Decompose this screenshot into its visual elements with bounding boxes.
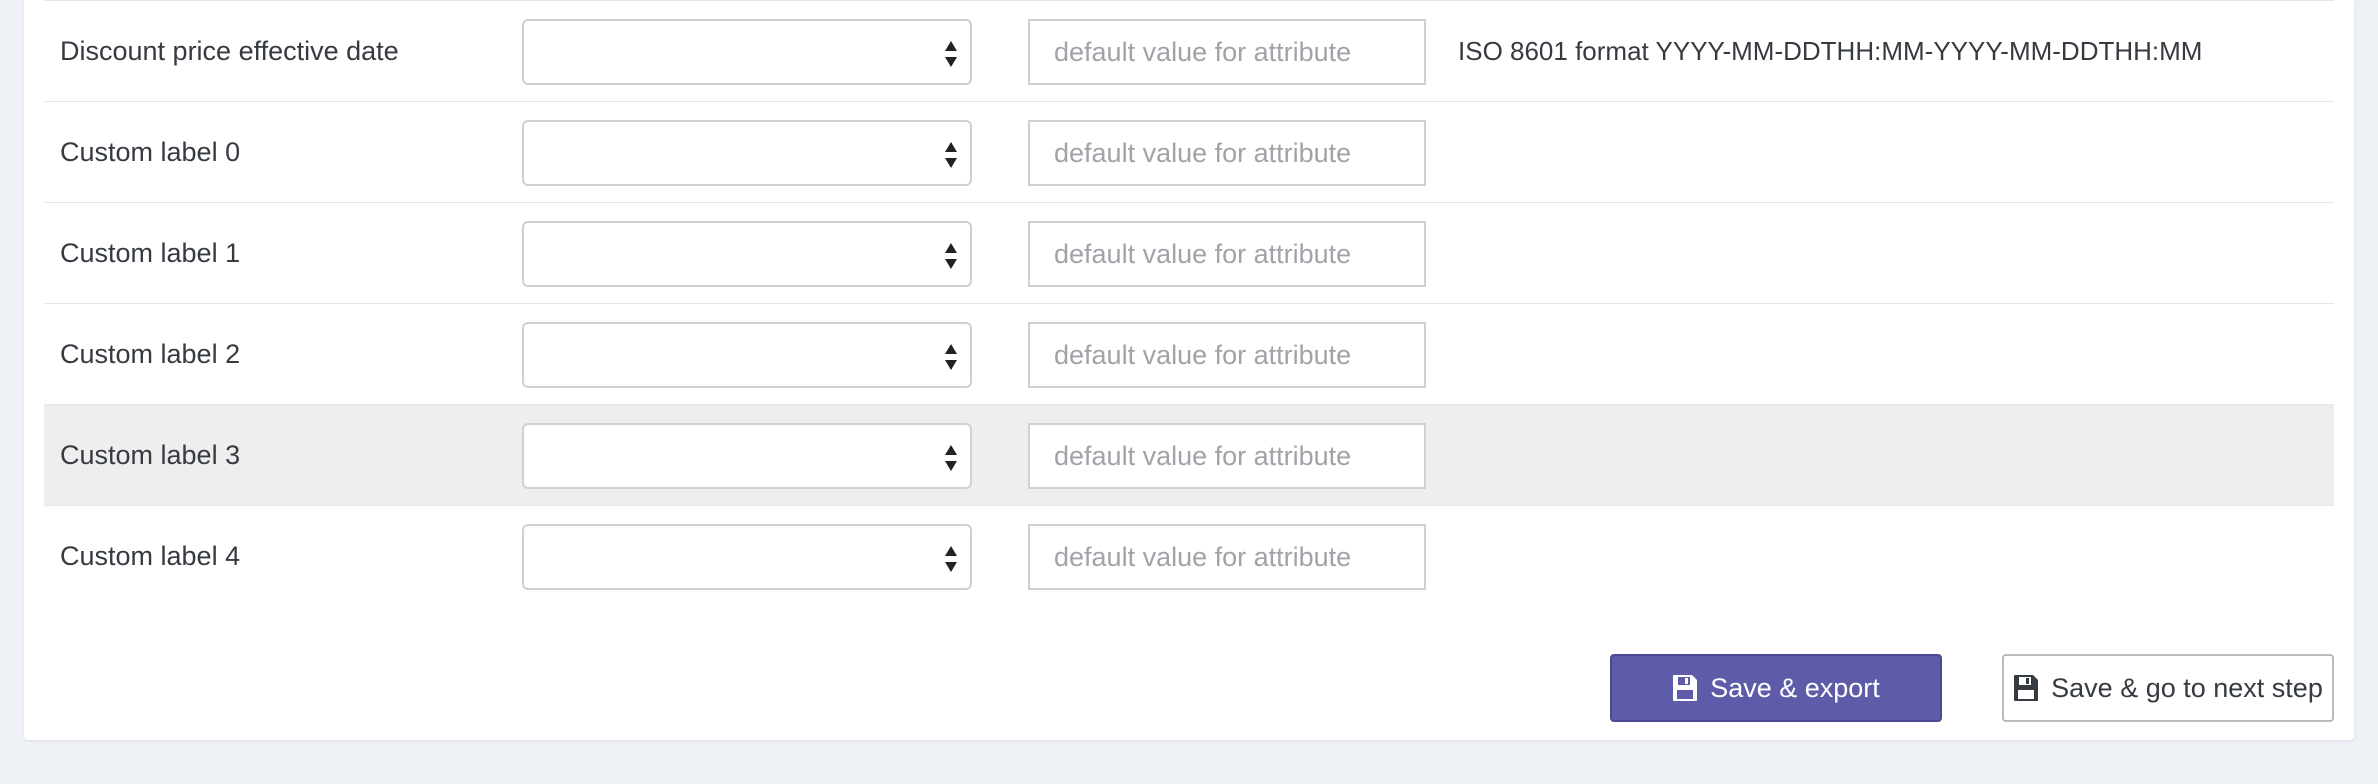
attribute-row-custom-label-0: Custom label 0 (44, 101, 2334, 202)
attribute-source-select[interactable] (522, 423, 972, 489)
select-arrows-icon (944, 544, 958, 574)
attribute-row-discount-price-effective-date: Discount price effective date ISO 8601 f… (44, 0, 2334, 101)
floppy-disk-icon (1672, 674, 1698, 702)
default-value-input[interactable] (1028, 120, 1426, 186)
select-arrows-icon (944, 241, 958, 271)
attribute-rows: Discount price effective date ISO 8601 f… (44, 0, 2334, 606)
attribute-label: Custom label 3 (60, 440, 241, 470)
save-and-next-step-label: Save & go to next step (2051, 672, 2323, 703)
attribute-row-custom-label-2: Custom label 2 (44, 303, 2334, 404)
default-value-input[interactable] (1028, 19, 1426, 85)
save-and-export-label: Save & export (1710, 672, 1880, 703)
select-arrows-icon (944, 342, 958, 372)
attribute-label: Custom label 4 (60, 541, 241, 571)
save-and-export-button[interactable]: Save & export (1610, 654, 1942, 722)
default-value-input[interactable] (1028, 423, 1426, 489)
attribute-mapping-panel: Discount price effective date ISO 8601 f… (24, 0, 2354, 740)
attribute-row-custom-label-4: Custom label 4 (44, 505, 2334, 606)
attribute-source-select[interactable] (522, 221, 972, 287)
attribute-label: Custom label 0 (60, 137, 241, 167)
select-arrows-icon (944, 140, 958, 170)
attribute-row-custom-label-3: Custom label 3 (44, 404, 2334, 505)
attribute-source-select[interactable] (522, 120, 972, 186)
default-value-input[interactable] (1028, 322, 1426, 388)
default-value-input[interactable] (1028, 221, 1426, 287)
attribute-label: Custom label 2 (60, 339, 241, 369)
attribute-source-select[interactable] (522, 19, 972, 85)
attribute-source-select[interactable] (522, 524, 972, 590)
format-hint: ISO 8601 format YYYY-MM-DDTHH:MM-YYYY-MM… (1458, 36, 2203, 66)
select-arrows-icon (944, 443, 958, 473)
attribute-label: Custom label 1 (60, 238, 241, 268)
attribute-row-custom-label-1: Custom label 1 (44, 202, 2334, 303)
attribute-label: Discount price effective date (60, 36, 399, 66)
attribute-source-select[interactable] (522, 322, 972, 388)
save-and-next-step-button[interactable]: Save & go to next step (2002, 654, 2334, 722)
default-value-input[interactable] (1028, 524, 1426, 590)
floppy-disk-icon (2013, 674, 2039, 702)
select-arrows-icon (944, 39, 958, 69)
